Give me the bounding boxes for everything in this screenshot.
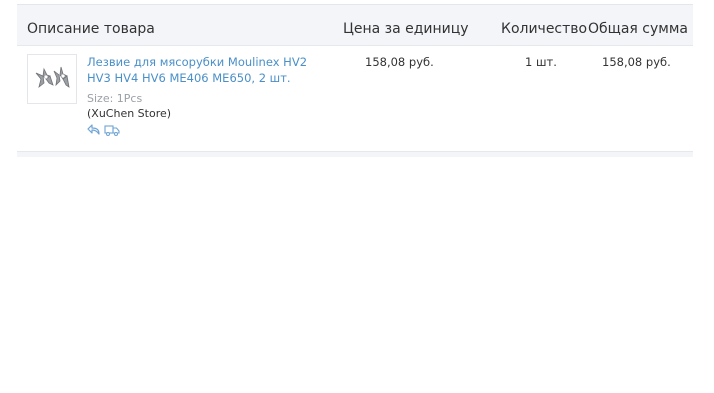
table-header: Описание товара Цена за единицу Количест… xyxy=(17,5,693,45)
table-row: Лезвие для мясорубки Moulinex HV2 HV3 HV… xyxy=(17,45,693,152)
product-thumbnail[interactable] xyxy=(27,54,77,104)
product-title-link[interactable]: Лезвие для мясорубки Moulinex HV2 HV3 HV… xyxy=(87,54,309,86)
total-value: 158,08 руб. xyxy=(602,55,671,69)
header-description: Описание товара xyxy=(27,21,155,37)
product-size: Size: 1Pcs xyxy=(87,92,143,105)
unit-price-value: 158,08 руб. xyxy=(365,55,434,69)
header-total: Общая сумма xyxy=(588,21,688,37)
order-items-table: Описание товара Цена за единицу Количест… xyxy=(17,4,693,157)
quantity-value: 1 шт. xyxy=(525,55,557,69)
header-unit-price: Цена за единицу xyxy=(343,21,469,37)
grinder-blade-image xyxy=(35,66,70,89)
row-action-icons xyxy=(87,122,120,136)
header-quantity: Количество xyxy=(501,21,588,37)
store-name[interactable]: (XuChen Store) xyxy=(87,107,171,120)
delivery-truck-icon[interactable] xyxy=(104,122,120,136)
return-arrow-icon[interactable] xyxy=(87,122,101,136)
